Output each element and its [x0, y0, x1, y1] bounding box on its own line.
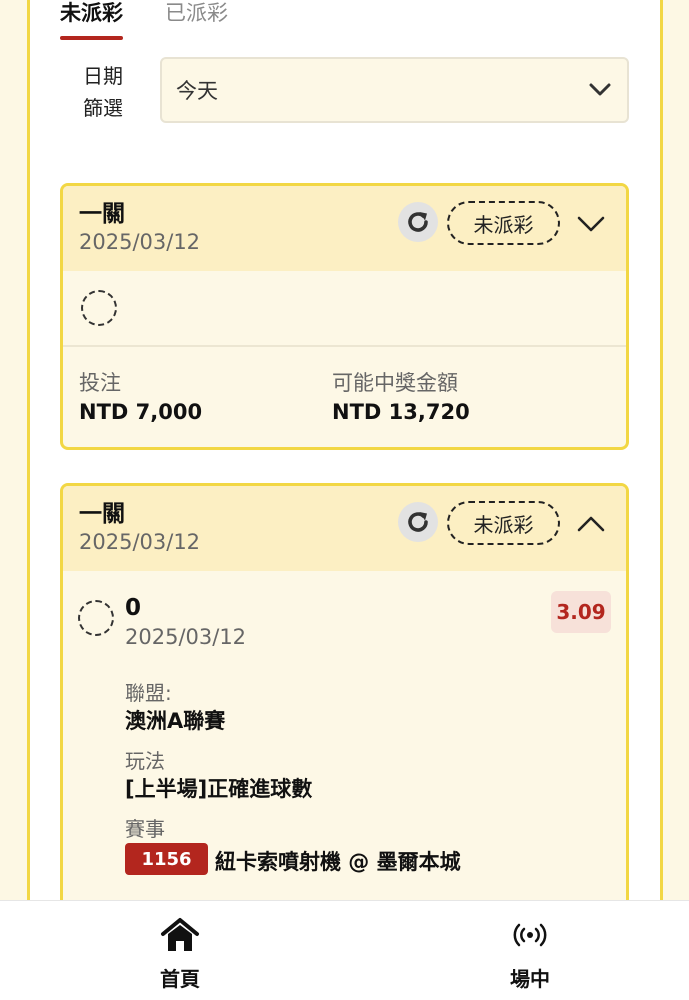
chevron-down-icon	[587, 77, 613, 103]
bet-card-header[interactable]: 一關 2025/03/12 未派彩	[63, 186, 626, 271]
refresh-icon[interactable]	[398, 202, 438, 242]
date-filter-select[interactable]: 今天	[160, 57, 629, 123]
event-id-badge: 1156	[125, 843, 208, 875]
date-filter-value: 今天	[176, 79, 218, 103]
nav-live-label: 場中	[510, 967, 550, 991]
event-label: 賽事	[125, 817, 165, 841]
stake-value: NTD 7,000	[79, 400, 203, 424]
nav-home-label: 首頁	[160, 967, 200, 991]
tab-unsettled[interactable]: 未派彩	[60, 0, 123, 40]
selection-name: 0	[125, 595, 142, 621]
bet-date: 2025/03/12	[79, 230, 201, 254]
odds-badge: 3.09	[551, 591, 611, 633]
selection-date: 2025/03/12	[125, 625, 247, 649]
home-icon	[160, 915, 200, 955]
chevron-up-icon[interactable]	[575, 508, 607, 540]
stake-label: 投注	[79, 371, 121, 395]
tab-settled[interactable]: 已派彩	[165, 0, 228, 40]
refresh-icon[interactable]	[398, 502, 438, 542]
selection-row	[63, 271, 626, 347]
payout-value: NTD 13,720	[332, 400, 470, 424]
event-name: 紐卡索噴射機 @ 墨爾本城	[215, 850, 461, 874]
tab-bar: 未派彩 已派彩	[60, 0, 228, 40]
loading-spinner-icon	[78, 600, 114, 636]
bet-type: 一關	[79, 501, 125, 527]
bet-type: 一關	[79, 201, 125, 227]
chevron-down-icon[interactable]	[575, 208, 607, 240]
live-broadcast-icon	[512, 915, 548, 955]
date-filter-label: 日期篩選	[83, 64, 123, 120]
status-badge: 未派彩	[447, 501, 560, 545]
nav-home[interactable]: 首頁	[120, 915, 240, 992]
payout-label: 可能中獎金額	[332, 371, 458, 395]
payout-block: 可能中獎金額 NTD 13,720	[332, 369, 470, 427]
market-label: 玩法	[125, 749, 165, 773]
nav-live[interactable]: 場中	[470, 915, 590, 992]
stake-block: 投注 NTD 7,000	[79, 369, 202, 427]
loading-spinner-icon	[81, 290, 117, 326]
bet-date: 2025/03/12	[79, 530, 201, 554]
bet-card: 一關 2025/03/12 未派彩 投注 NTD 7,000 可能中獎金額 NT…	[60, 183, 629, 450]
bottom-nav: 首頁 場中	[0, 900, 689, 1000]
bet-amounts: 投注 NTD 7,000 可能中獎金額 NTD 13,720	[63, 347, 626, 447]
market-value: [上半場]正確進球數	[125, 777, 313, 801]
league-label: 聯盟:	[125, 681, 172, 705]
status-badge: 未派彩	[447, 201, 560, 245]
bet-card-header[interactable]: 一關 2025/03/12 未派彩	[63, 486, 626, 571]
league-value: 澳洲A聯賽	[125, 709, 226, 733]
